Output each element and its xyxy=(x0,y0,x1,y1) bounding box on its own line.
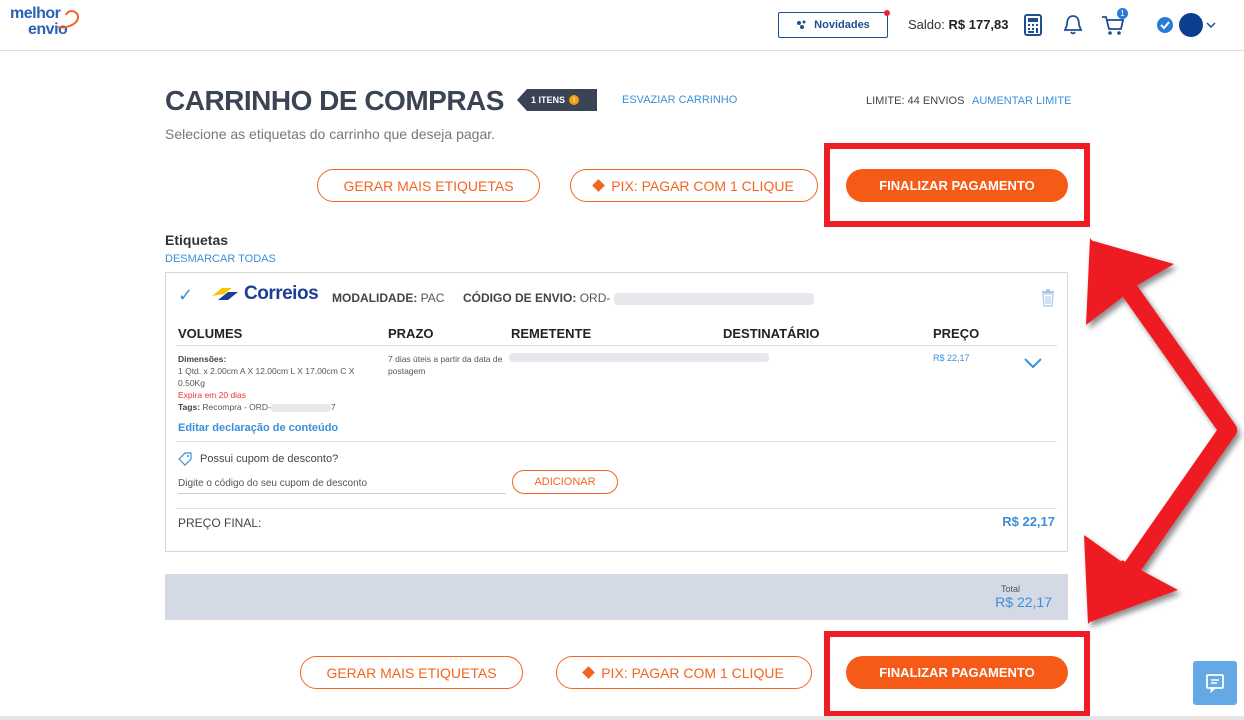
highlight-frame-top xyxy=(824,143,1090,227)
verified-icon xyxy=(1152,12,1178,38)
edit-content-declaration-link[interactable]: Editar declaração de conteúdo xyxy=(178,422,338,434)
pix-icon xyxy=(592,179,606,192)
cart-count-badge: 1 xyxy=(1117,8,1128,19)
novidades-button[interactable]: Novidades xyxy=(778,10,890,38)
final-price-value: R$ 22,17 xyxy=(1002,514,1055,529)
shipping-code-value: ORD- xyxy=(579,291,611,305)
melhor-envio-logo[interactable]: melhor envio xyxy=(10,5,80,45)
shipping-code-label: CÓDIGO DE ENVIO: xyxy=(463,291,577,305)
generate-more-labels-button-bottom[interactable]: GERAR MAIS ETIQUETAS xyxy=(300,656,523,689)
carrier-name: Correios xyxy=(244,283,319,304)
highlight-frame-bottom xyxy=(824,631,1090,717)
correios-logo: Correios xyxy=(210,283,319,305)
tag-icon xyxy=(178,452,192,466)
info-dot-icon: ! xyxy=(569,95,580,105)
coupon-question: Possui cupom de desconto? xyxy=(178,452,338,466)
pix-one-click-button-bottom[interactable]: PIX: PAGAR COM 1 CLIQUE xyxy=(556,656,812,689)
shipping-code: CÓDIGO DE ENVIO: ORD- xyxy=(463,291,814,305)
tags-value: Recompra - ORD- xyxy=(202,402,271,412)
avatar[interactable] xyxy=(1178,12,1204,38)
total-label: Total xyxy=(1000,584,1020,594)
shipping-limit-text: LIMITE: 44 ENVIOS xyxy=(866,95,965,107)
top-bar: melhor envio Novidades Saldo: R$ 177,83 xyxy=(0,0,1244,51)
delivery-time: 7 dias úteis a partir da data de postage… xyxy=(388,354,503,376)
total-bar: Total R$ 22,17 xyxy=(165,574,1068,620)
column-prazo: PRAZO xyxy=(388,326,434,341)
labels-section-title: Etiquetas xyxy=(165,232,229,248)
shipping-label-card: ✓ Correios MODALIDADE: PAC CÓDIGO DE ENV… xyxy=(165,272,1068,552)
calculator-icon[interactable] xyxy=(1020,12,1046,38)
column-remetente: REMETENTE xyxy=(511,326,592,341)
divider xyxy=(176,441,1057,442)
chat-icon xyxy=(1206,674,1224,693)
final-price-label: PREÇO FINAL: xyxy=(178,516,262,530)
chat-button[interactable] xyxy=(1193,661,1237,705)
coupon-input[interactable] xyxy=(178,474,506,494)
sparkle-icon xyxy=(797,20,806,29)
bell-icon[interactable] xyxy=(1060,12,1086,38)
tags-line: Tags: Recompra - ORD- 7 xyxy=(178,401,368,413)
chevron-down-icon[interactable] xyxy=(1204,12,1218,38)
divider xyxy=(176,345,1057,346)
divider xyxy=(176,508,1057,509)
generate-more-labels-label: GERAR MAIS ETIQUETAS xyxy=(343,177,514,194)
items-count-badge: 1 ITENS ! xyxy=(517,89,597,111)
saldo-value: R$ 177,83 xyxy=(948,17,1009,32)
pix-one-click-label: PIX: PAGAR COM 1 CLIQUE xyxy=(611,177,794,194)
page-title: CARRINHO DE COMPRAS xyxy=(165,85,504,116)
coupon-question-text: Possui cupom de desconto? xyxy=(200,453,339,465)
check-icon[interactable]: ✓ xyxy=(178,285,193,306)
generate-more-labels-button[interactable]: GERAR MAIS ETIQUETAS xyxy=(317,169,540,202)
novidades-label: Novidades xyxy=(814,19,870,31)
redacted-code xyxy=(613,292,814,305)
trash-icon[interactable] xyxy=(1041,289,1055,312)
pix-one-click-button[interactable]: PIX: PAGAR COM 1 CLIQUE xyxy=(570,169,818,202)
double-arrow-annotation-icon xyxy=(1084,238,1237,624)
logo-swirl-icon xyxy=(57,10,80,29)
items-count-label: 1 ITENS xyxy=(531,95,566,105)
modality: MODALIDADE: PAC xyxy=(332,291,444,305)
dimensions-line1: 1 Qtd. x 2.00cm A X 12.00cm L X 17.00cm … xyxy=(178,366,355,376)
empty-cart-link[interactable]: ESVAZIAR CARRINHO xyxy=(622,94,737,106)
dimensions-line2: 0.50Kg xyxy=(178,378,205,388)
tags-suffix: 7 xyxy=(330,402,336,412)
expiration-text: Expira em 20 dias xyxy=(178,390,247,400)
column-preco: PREÇO xyxy=(933,326,980,341)
redacted-tag xyxy=(270,403,331,412)
correios-symbol-icon xyxy=(212,288,238,300)
pix-one-click-label: PIX: PAGAR COM 1 CLIQUE xyxy=(601,664,784,681)
volume-details: Dimensões: 1 Qtd. x 2.00cm A X 12.00cm L… xyxy=(178,353,368,413)
tags-label: Tags: xyxy=(178,402,201,412)
generate-more-labels-label: GERAR MAIS ETIQUETAS xyxy=(326,664,497,681)
modality-label: MODALIDADE: xyxy=(332,291,418,305)
item-price: R$ 22,17 xyxy=(933,353,970,363)
redacted-sender-recipient xyxy=(509,353,769,362)
saldo-label: Saldo: xyxy=(908,17,945,32)
dimensions-label: Dimensões: xyxy=(178,354,227,364)
cart-icon[interactable]: 1 xyxy=(1100,8,1128,38)
column-destinatario: DESTINATÁRIO xyxy=(723,326,820,341)
uncheck-all-link[interactable]: DESMARCAR TODAS xyxy=(165,253,276,265)
pix-icon xyxy=(582,666,596,679)
expand-chevron-icon[interactable] xyxy=(1024,355,1042,373)
saldo-display: Saldo: R$ 177,83 xyxy=(908,17,1009,32)
total-value: R$ 22,17 xyxy=(995,594,1052,610)
add-coupon-button[interactable]: ADICIONAR xyxy=(512,470,618,494)
notification-dot xyxy=(884,10,890,16)
modality-value: PAC xyxy=(420,291,445,305)
column-volumes: VOLUMES xyxy=(178,326,243,341)
increase-limit-link[interactable]: AUMENTAR LIMITE xyxy=(972,95,1071,107)
page-subtitle: Selecione as etiquetas do carrinho que d… xyxy=(165,126,496,142)
footer-divider xyxy=(0,716,1244,720)
